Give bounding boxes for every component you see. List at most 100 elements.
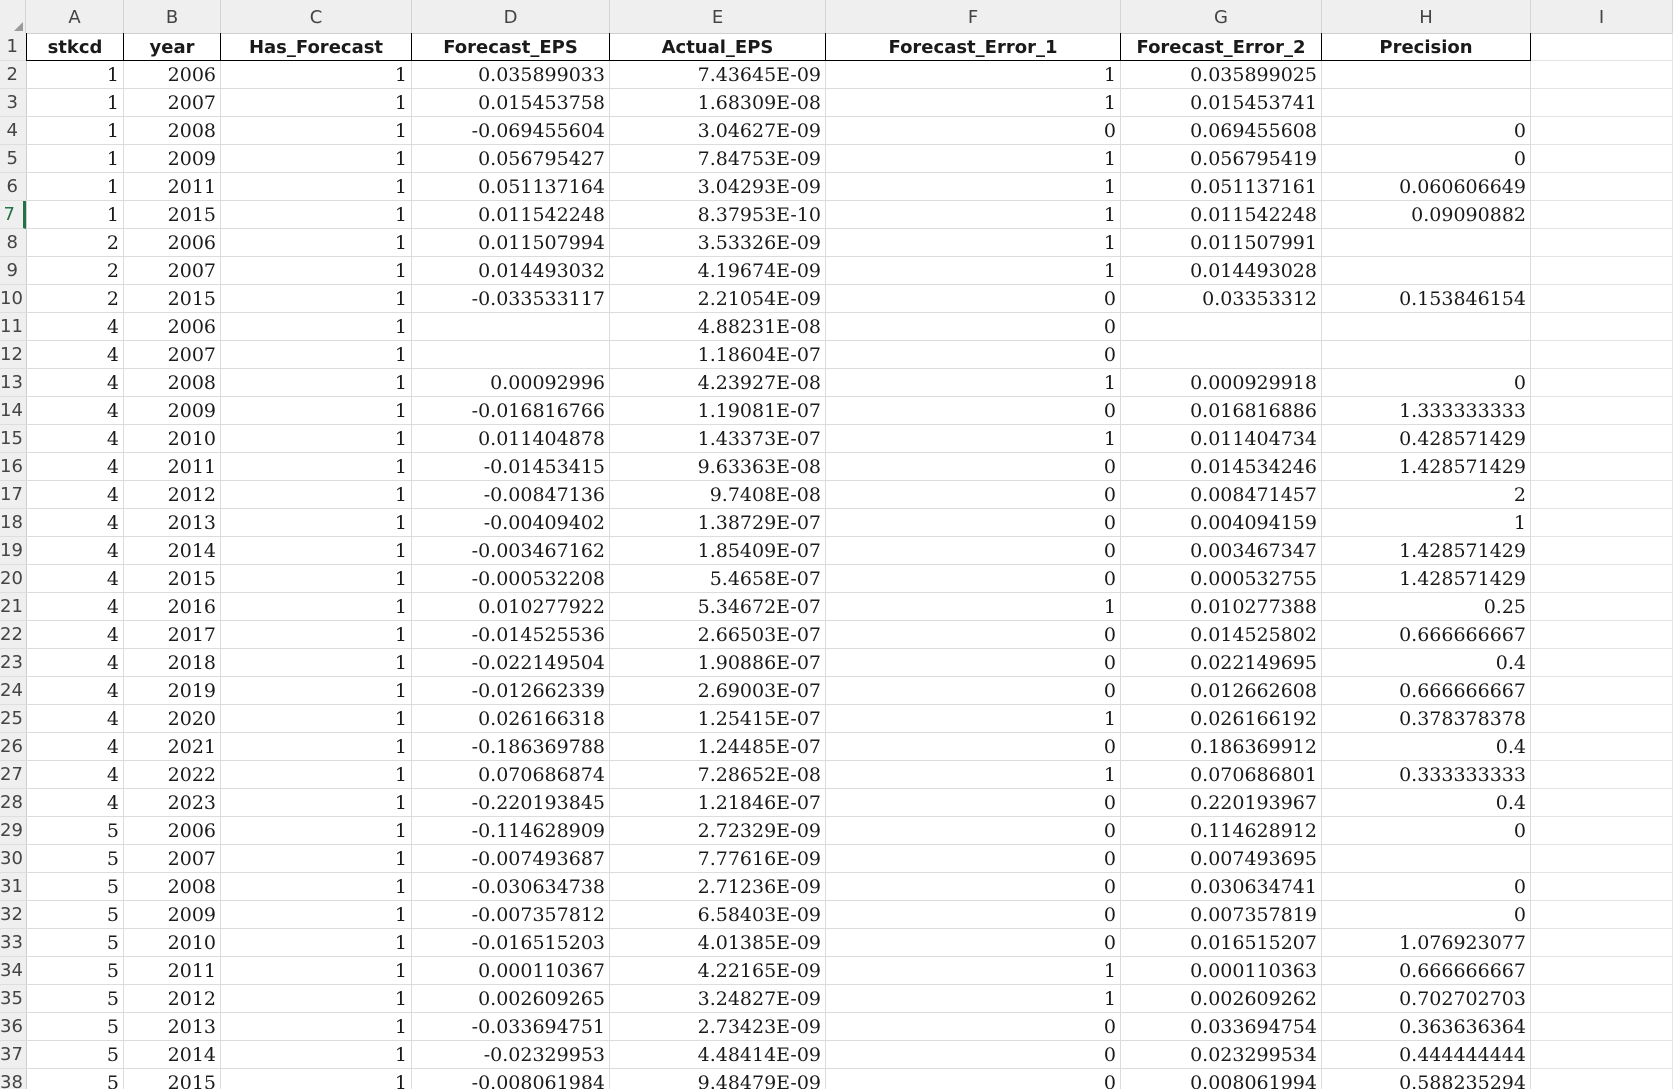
- cell[interactable]: 1: [221, 621, 412, 649]
- cell[interactable]: 0: [826, 117, 1121, 145]
- empty-cell[interactable]: [1531, 957, 1673, 985]
- row-header-16[interactable]: 16: [0, 453, 26, 481]
- header-cell-forecast-error-2[interactable]: Forecast_Error_2: [1121, 33, 1322, 61]
- cell[interactable]: -0.069455604: [412, 117, 610, 145]
- cell[interactable]: 4: [26, 453, 124, 481]
- cell[interactable]: 0.010277922: [412, 593, 610, 621]
- cell[interactable]: 2009: [124, 901, 221, 929]
- empty-cell[interactable]: [1531, 789, 1673, 817]
- cell[interactable]: 2020: [124, 705, 221, 733]
- cell[interactable]: -0.022149504: [412, 649, 610, 677]
- cell[interactable]: 2.72329E-09: [610, 817, 826, 845]
- cell[interactable]: -0.003467162: [412, 537, 610, 565]
- header-cell-precision[interactable]: Precision: [1322, 33, 1531, 61]
- cell[interactable]: 2012: [124, 481, 221, 509]
- cell[interactable]: -0.186369788: [412, 733, 610, 761]
- empty-cell[interactable]: [1531, 593, 1673, 621]
- cell[interactable]: 2011: [124, 173, 221, 201]
- row-header-36[interactable]: 36: [0, 1013, 26, 1041]
- cell[interactable]: 1: [221, 481, 412, 509]
- cell[interactable]: 0: [826, 1041, 1121, 1069]
- empty-cell[interactable]: [1531, 425, 1673, 453]
- cell[interactable]: 0.000110367: [412, 957, 610, 985]
- cell[interactable]: 1.428571429: [1322, 565, 1531, 593]
- row-header-7[interactable]: 7: [0, 201, 26, 229]
- empty-cell[interactable]: [1531, 985, 1673, 1013]
- cell[interactable]: 1: [221, 565, 412, 593]
- empty-cell[interactable]: [1531, 89, 1673, 117]
- cell[interactable]: 1: [221, 1013, 412, 1041]
- empty-cell[interactable]: [1531, 1041, 1673, 1069]
- cell[interactable]: 9.63363E-08: [610, 453, 826, 481]
- cell[interactable]: 7.28652E-08: [610, 761, 826, 789]
- empty-cell[interactable]: [1531, 229, 1673, 257]
- cell[interactable]: 5: [26, 817, 124, 845]
- cell[interactable]: 4: [26, 313, 124, 341]
- cell[interactable]: 2018: [124, 649, 221, 677]
- cell[interactable]: 4.01385E-09: [610, 929, 826, 957]
- cell[interactable]: 1: [26, 89, 124, 117]
- empty-cell[interactable]: [1531, 481, 1673, 509]
- row-header-3[interactable]: 3: [0, 89, 26, 117]
- cell[interactable]: 5: [26, 985, 124, 1013]
- cell[interactable]: [1322, 257, 1531, 285]
- cell[interactable]: 1: [221, 89, 412, 117]
- cell[interactable]: 1: [826, 89, 1121, 117]
- cell[interactable]: 4: [26, 341, 124, 369]
- cell[interactable]: 3.24827E-09: [610, 985, 826, 1013]
- cell[interactable]: 1: [826, 761, 1121, 789]
- empty-cell[interactable]: [1531, 845, 1673, 873]
- row-header-11[interactable]: 11: [0, 313, 26, 341]
- cell[interactable]: 2.71236E-09: [610, 873, 826, 901]
- cell[interactable]: 0.000929918: [1121, 369, 1322, 397]
- cell[interactable]: 4.22165E-09: [610, 957, 826, 985]
- cell[interactable]: 2.66503E-07: [610, 621, 826, 649]
- cell[interactable]: 1.18604E-07: [610, 341, 826, 369]
- row-header-4[interactable]: 4: [0, 117, 26, 145]
- cell[interactable]: 1.19081E-07: [610, 397, 826, 425]
- cell[interactable]: 0.051137164: [412, 173, 610, 201]
- cell[interactable]: 2014: [124, 537, 221, 565]
- cell[interactable]: 0.011542248: [1121, 201, 1322, 229]
- cell[interactable]: -0.033694751: [412, 1013, 610, 1041]
- cell[interactable]: 0: [826, 341, 1121, 369]
- cell[interactable]: 0.033694754: [1121, 1013, 1322, 1041]
- cell[interactable]: 0.011404734: [1121, 425, 1322, 453]
- row-header-10[interactable]: 10: [0, 285, 26, 313]
- empty-cell[interactable]: [1531, 621, 1673, 649]
- cell[interactable]: -0.114628909: [412, 817, 610, 845]
- cell[interactable]: 2008: [124, 117, 221, 145]
- cell[interactable]: [412, 341, 610, 369]
- cell[interactable]: -0.02329953: [412, 1041, 610, 1069]
- cell[interactable]: 1: [826, 985, 1121, 1013]
- cell[interactable]: 2011: [124, 957, 221, 985]
- cell-grid[interactable]: stkcd year Has_Forecast Forecast_EPS Actual_…: [26, 33, 1673, 1089]
- cell[interactable]: 0: [826, 901, 1121, 929]
- cell[interactable]: 1: [221, 537, 412, 565]
- cell[interactable]: 0.030634741: [1121, 873, 1322, 901]
- cell[interactable]: 1: [221, 649, 412, 677]
- column-header-h[interactable]: H: [1322, 0, 1531, 33]
- row-header-31[interactable]: 31: [0, 873, 26, 901]
- empty-cell[interactable]: [1531, 761, 1673, 789]
- cell[interactable]: 0: [826, 845, 1121, 873]
- cell[interactable]: 1: [221, 705, 412, 733]
- cell[interactable]: 2010: [124, 425, 221, 453]
- row-header-30[interactable]: 30: [0, 845, 26, 873]
- empty-cell[interactable]: [1531, 705, 1673, 733]
- cell[interactable]: -0.00847136: [412, 481, 610, 509]
- empty-cell[interactable]: [1531, 901, 1673, 929]
- cell[interactable]: 0.666666667: [1322, 621, 1531, 649]
- cell[interactable]: 1: [221, 929, 412, 957]
- cell[interactable]: 0: [826, 509, 1121, 537]
- cell[interactable]: 1.21846E-07: [610, 789, 826, 817]
- header-cell-actual-eps[interactable]: Actual_EPS: [610, 33, 826, 61]
- header-cell-year[interactable]: year: [124, 33, 221, 61]
- cell[interactable]: 0: [826, 565, 1121, 593]
- row-header-27[interactable]: 27: [0, 761, 26, 789]
- cell[interactable]: 0: [826, 789, 1121, 817]
- cell[interactable]: 4: [26, 537, 124, 565]
- cell[interactable]: 0.023299534: [1121, 1041, 1322, 1069]
- cell[interactable]: 0: [826, 453, 1121, 481]
- cell[interactable]: 7.43645E-09: [610, 61, 826, 89]
